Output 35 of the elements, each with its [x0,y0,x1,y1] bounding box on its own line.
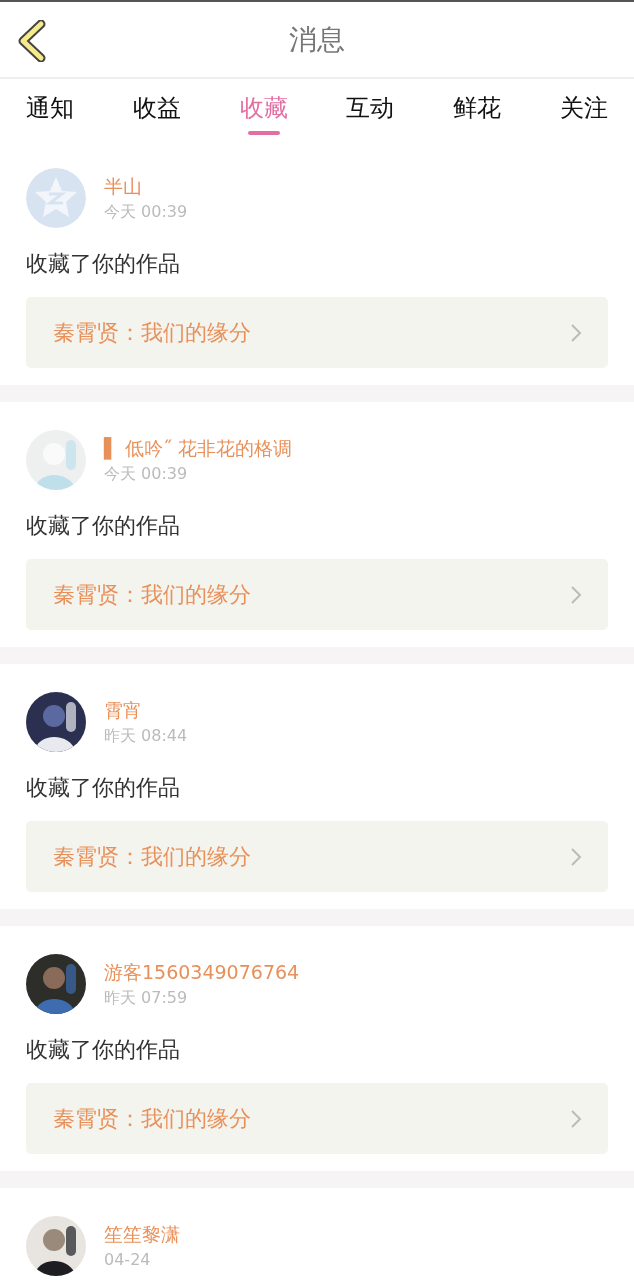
tab[interactable]: 互动 [332,79,409,140]
back-icon[interactable] [17,20,47,62]
message-time: 今天 00:39 [104,464,189,484]
work-link[interactable]: 秦霄贤：我们的缘分 [26,559,608,630]
work-link[interactable]: 秦霄贤：我们的缘分 [26,821,608,892]
message-time: 昨天 08:44 [104,726,188,746]
work-link[interactable]: 秦霄贤：我们的缘分 [26,297,608,368]
user-name[interactable]: 半山 [104,174,188,198]
chevron-right-icon [570,584,582,605]
message-text: 收藏了你的作品 [26,1036,181,1064]
work-title: 秦霄贤：我们的缘分 [53,842,251,871]
work-title: 秦霄贤：我们的缘分 [53,580,251,609]
chevron-right-icon [570,322,582,343]
message-time: 04-24 [104,1250,152,1270]
message-time: 昨天 07:59 [104,988,189,1008]
tab[interactable]: 鲜花 [439,79,516,140]
chevron-right-icon [570,1108,582,1129]
user-name[interactable]: 霄宵 [104,698,188,722]
user-name[interactable]: ▌ 低吟˝ 花非花的格调 [104,436,293,460]
message-text: 收藏了你的作品 [26,774,181,802]
tab[interactable]: 通知 [12,79,88,140]
work-link[interactable]: 秦霄贤：我们的缘分 [26,1083,608,1154]
message-text: 收藏了你的作品 [26,512,181,540]
tab[interactable]: 收藏 [225,79,302,140]
chevron-right-icon [570,846,582,867]
tab[interactable]: 收益 [118,79,195,140]
user-name[interactable]: 笙笙黎潇 [104,1222,180,1246]
user-name[interactable]: 游客1560349076764 [104,960,300,984]
tab[interactable]: 关注 [546,79,622,140]
work-title: 秦霄贤：我们的缘分 [53,1104,251,1133]
page-title: 消息 [289,21,345,58]
message-time: 今天 00:39 [104,202,188,222]
default-avatar-icon [26,168,86,228]
message-text: 收藏了你的作品 [26,250,181,278]
work-title: 秦霄贤：我们的缘分 [53,318,251,347]
